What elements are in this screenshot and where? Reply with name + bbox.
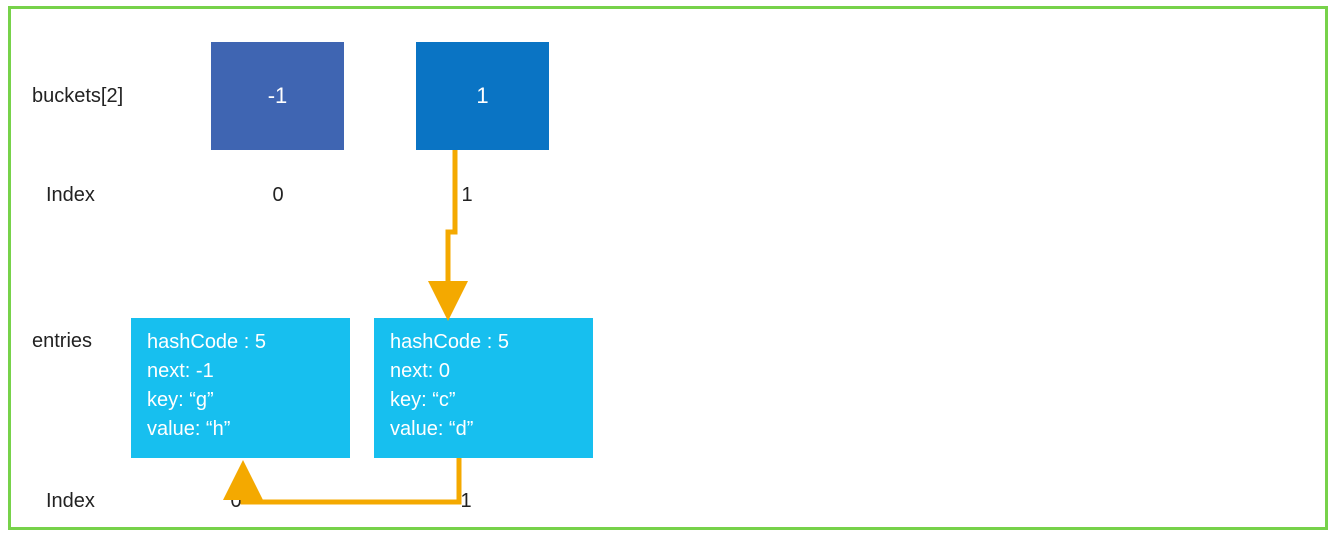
buckets-label: buckets[2]: [32, 85, 123, 108]
bucket-index-0: 0: [271, 184, 285, 207]
entry0-value: value: “h”: [147, 415, 334, 444]
entry0-next: next: -1: [147, 357, 334, 386]
entry-box-0: hashCode : 5 next: -1 key: “g” value: “h…: [131, 318, 350, 458]
entry-box-1: hashCode : 5 next: 0 key: “c” value: “d”: [374, 318, 593, 458]
entries-label: entries: [32, 330, 92, 353]
bucket-index-1: 1: [460, 184, 474, 207]
index-bottom-label: Index: [46, 490, 95, 513]
entry-index-0: 0: [229, 490, 243, 513]
entry1-value: value: “d”: [390, 415, 577, 444]
bucket-box-1: 1: [416, 42, 549, 150]
bucket-box-0: -1: [211, 42, 344, 150]
bucket-value-0: -1: [268, 83, 288, 109]
entry1-hashcode: hashCode : 5: [390, 328, 577, 357]
bucket-value-1: 1: [476, 83, 488, 109]
entry-index-1: 1: [459, 490, 473, 513]
entry1-key: key: “c”: [390, 386, 577, 415]
entry0-hashcode: hashCode : 5: [147, 328, 334, 357]
entry0-key: key: “g”: [147, 386, 334, 415]
entry1-next: next: 0: [390, 357, 577, 386]
index-top-label: Index: [46, 184, 95, 207]
diagram-canvas: buckets[2] Index entries Index -1 1 0 1 …: [0, 0, 1337, 542]
